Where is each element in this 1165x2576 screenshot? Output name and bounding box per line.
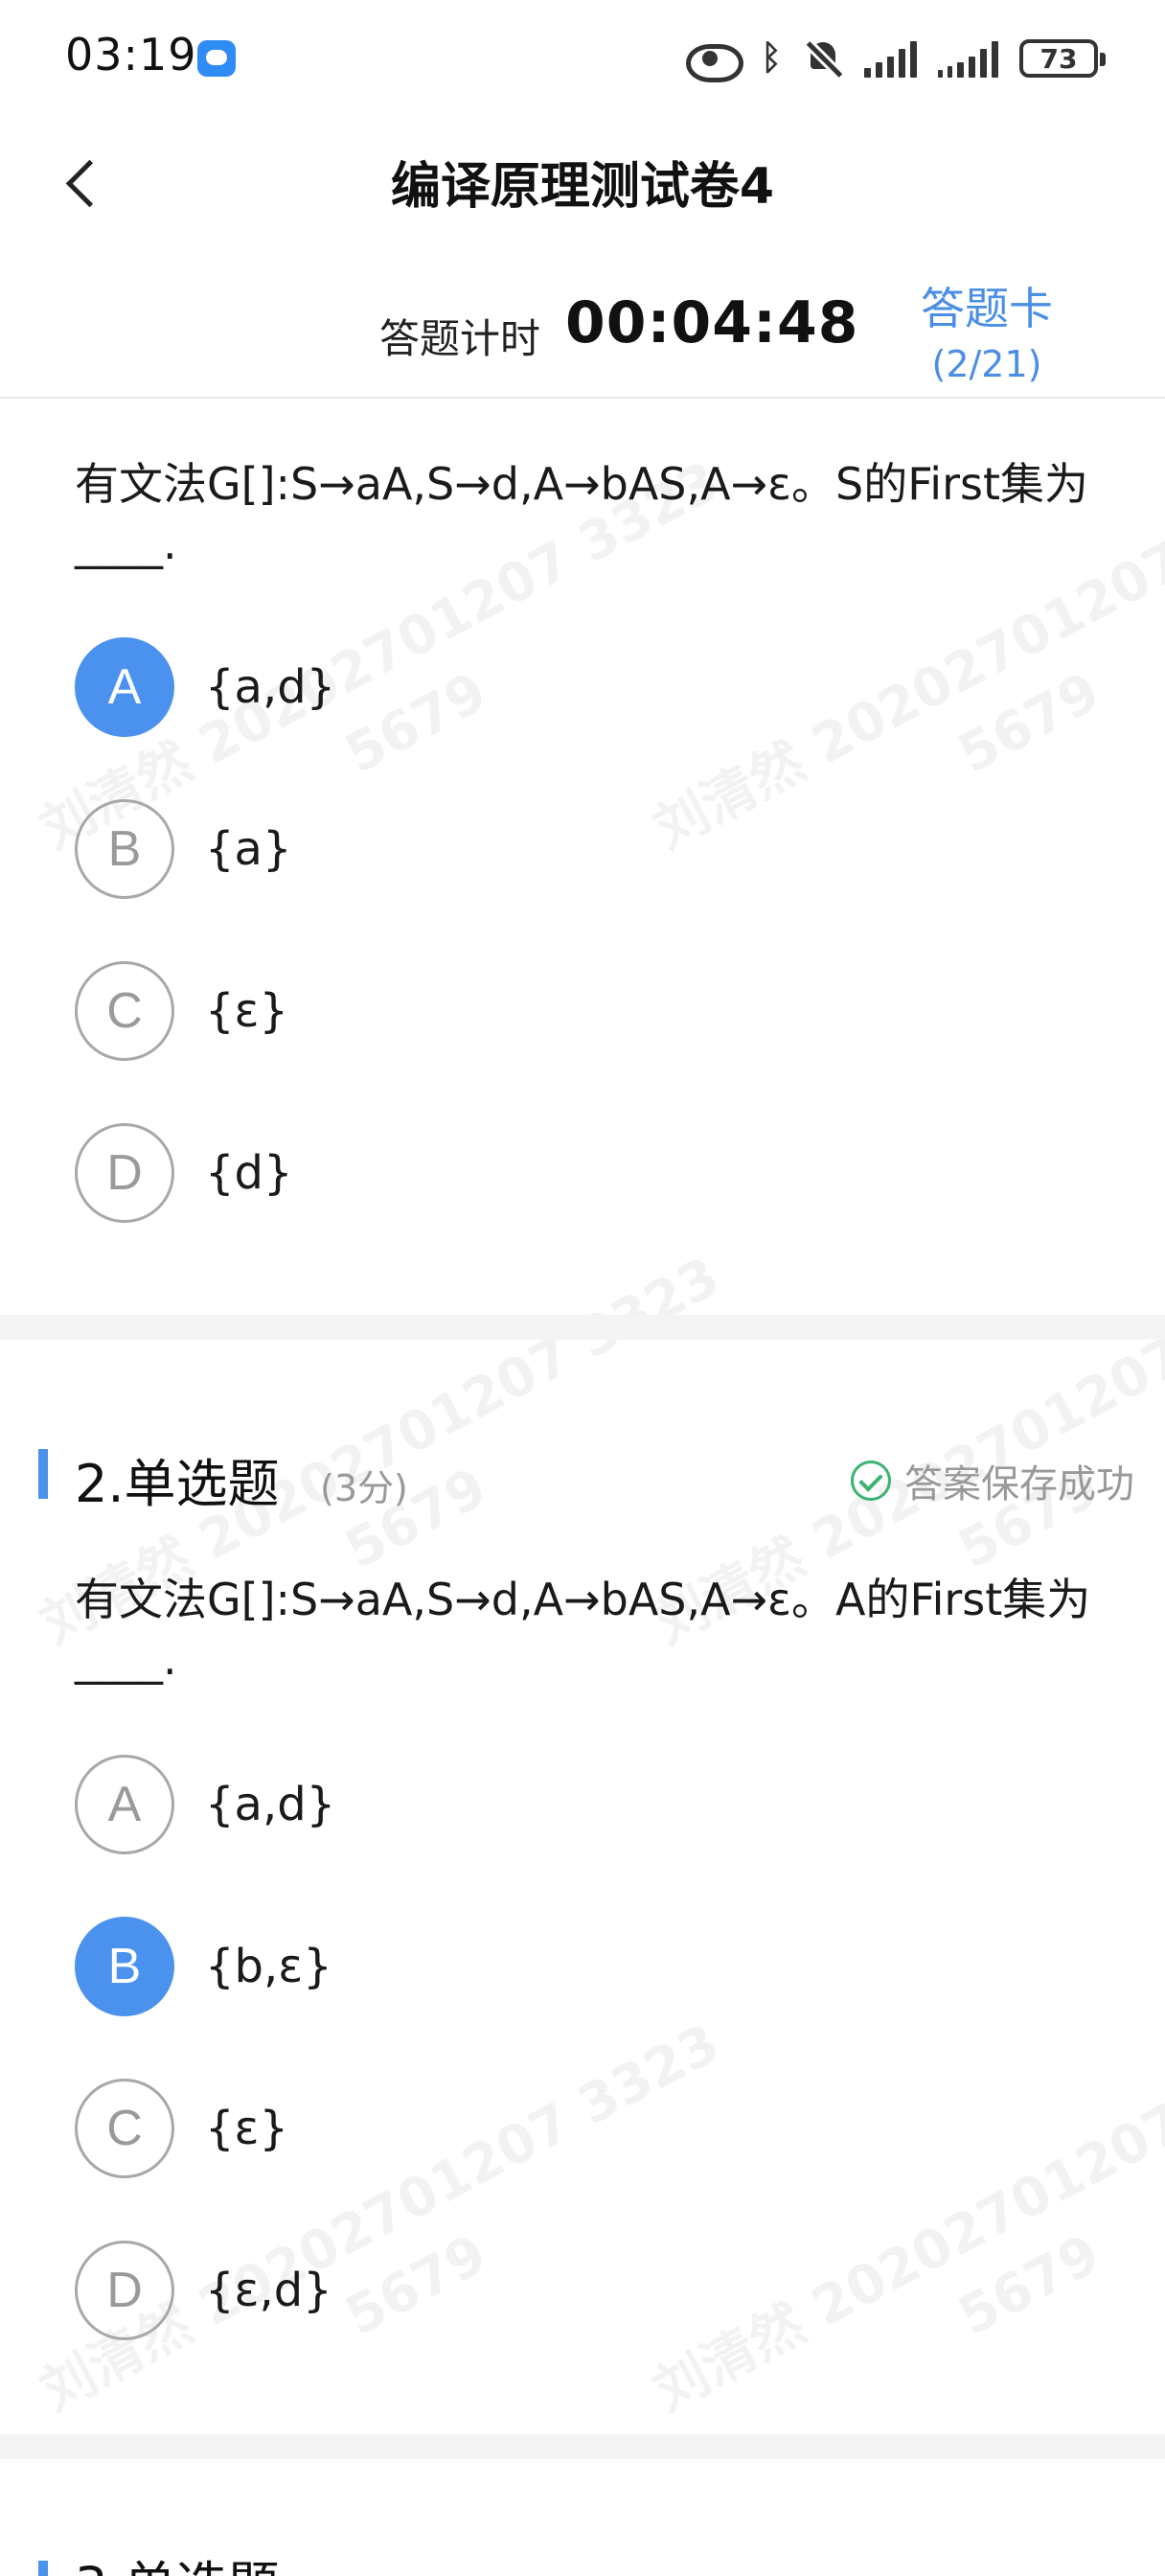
question-text: 有文法G[]:S→aA,S→d,A→bAS,A→ε。S的First集为____. bbox=[75, 458, 1088, 569]
option-letter: A bbox=[75, 637, 174, 737]
option-text: {a} bbox=[205, 822, 292, 876]
answer-card-progress: (2/21) bbox=[931, 343, 1042, 385]
option-text: {b,ε} bbox=[205, 1940, 332, 1993]
message-icon bbox=[197, 40, 236, 77]
bell-off-icon bbox=[805, 38, 843, 79]
option-letter: B bbox=[75, 1917, 174, 2016]
option-letter: A bbox=[75, 1755, 174, 1854]
option-c[interactable]: C {ε} bbox=[75, 960, 288, 1062]
option-text: {ε} bbox=[205, 2102, 289, 2155]
answer-card-label: 答题卡 bbox=[921, 283, 1053, 334]
option-text: {a,d} bbox=[205, 1778, 336, 1831]
question-text: 有文法G[]:S→aA,S→d,A→bAS,A→ε。A的First集为____. bbox=[75, 1574, 1091, 1685]
signal-icon bbox=[864, 39, 917, 78]
option-d[interactable]: D {ε,d} bbox=[75, 2240, 332, 2341]
signal-icon bbox=[938, 39, 998, 78]
battery-icon: 73 bbox=[1019, 39, 1106, 78]
option-letter: B bbox=[75, 799, 174, 899]
option-text: {d} bbox=[205, 1146, 293, 1200]
option-a[interactable]: A {a,d} bbox=[75, 636, 335, 738]
status-time: 03:19 bbox=[65, 29, 197, 80]
save-status-text: 答案保存成功 bbox=[904, 1462, 1134, 1506]
eye-icon bbox=[686, 42, 743, 82]
question-accent-bar bbox=[38, 2561, 48, 2576]
option-letter: D bbox=[75, 2241, 174, 2340]
option-text: {ε} bbox=[205, 984, 289, 1038]
question-accent-bar bbox=[38, 1449, 48, 1499]
option-letter: C bbox=[75, 961, 174, 1061]
question-title: 3.单选题 bbox=[75, 2543, 280, 2576]
option-d[interactable]: D {d} bbox=[75, 1122, 293, 1224]
section-divider bbox=[0, 1315, 1165, 1340]
status-bar: 03:19 ᛒ 73 bbox=[0, 0, 1165, 115]
option-text: {a,d} bbox=[205, 660, 336, 714]
question-title: 2.单选题 bbox=[75, 1454, 280, 1514]
option-c[interactable]: C {ε} bbox=[75, 2078, 288, 2179]
timer-value: 00:04:48 bbox=[565, 289, 859, 356]
status-icons: ᛒ 73 bbox=[686, 33, 1106, 84]
page-title: 编译原理测试卷4 bbox=[390, 158, 775, 216]
option-letter: C bbox=[75, 2079, 174, 2178]
timer-label: 答题计时 bbox=[379, 315, 541, 362]
answer-card-button[interactable]: 答题卡 (2/21) bbox=[901, 274, 1073, 385]
watermark: 刘清然 20202701207 33235679 bbox=[644, 2012, 1165, 2424]
bluetooth-icon: ᛒ bbox=[761, 38, 782, 78]
save-status: 答案保存成功 bbox=[851, 1453, 1134, 1508]
section-divider bbox=[0, 2434, 1165, 2459]
option-a[interactable]: A {a,d} bbox=[75, 1754, 335, 1855]
option-text: {ε,d} bbox=[205, 2264, 332, 2317]
option-b[interactable]: B {a} bbox=[75, 798, 292, 900]
question-points: (3分) bbox=[320, 1467, 408, 1509]
check-circle-icon bbox=[851, 1460, 891, 1501]
option-b[interactable]: B {b,ε} bbox=[75, 1916, 332, 2017]
option-letter: D bbox=[75, 1123, 174, 1223]
divider bbox=[0, 397, 1165, 399]
